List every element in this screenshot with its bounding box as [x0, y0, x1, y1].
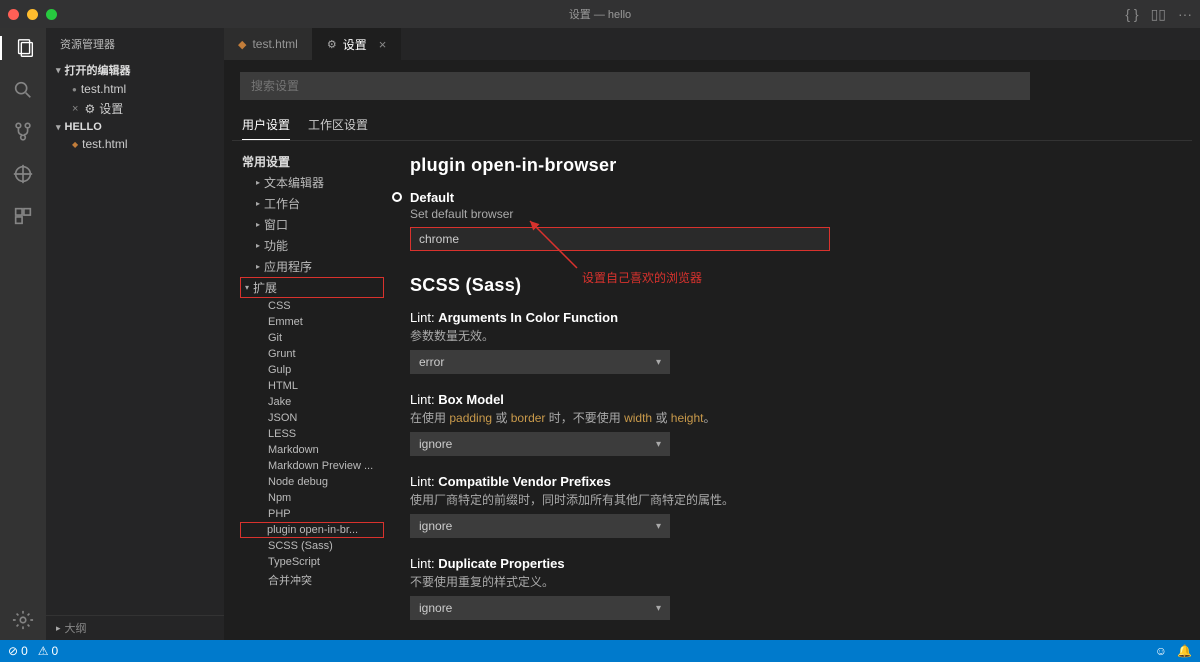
- section-title: plugin open-in-browser: [410, 155, 1162, 176]
- explorer-icon[interactable]: [0, 36, 46, 60]
- settings-tree-item[interactable]: ▸文本编辑器: [240, 172, 384, 193]
- settings-search-input[interactable]: [240, 72, 1030, 100]
- setting-select[interactable]: ignore▾: [410, 596, 670, 620]
- modified-indicator-icon: [392, 192, 402, 202]
- annotation-text: 设置自己喜欢的浏览器: [582, 269, 702, 286]
- settings-tree-item[interactable]: 合并冲突: [240, 570, 384, 590]
- setting-item: Lint: Duplicate Properties不要使用重复的样式定义。ig…: [410, 556, 1162, 620]
- folder-group[interactable]: ▾HELLO: [50, 119, 220, 135]
- settings-tree-item[interactable]: Emmet: [240, 314, 384, 330]
- sidebar: 资源管理器 ▾打开的编辑器 ●test.html ×⚙设置 ▾HELLO ◆te…: [46, 28, 224, 640]
- settings-content: plugin open-in-browser Default Set defau…: [392, 141, 1192, 640]
- settings-tree-item[interactable]: Git: [240, 330, 384, 346]
- settings-tree-item[interactable]: Jake: [240, 394, 384, 410]
- section-title: SCSS (Sass): [410, 275, 1162, 296]
- default-browser-input[interactable]: [410, 227, 830, 251]
- chevron-down-icon: ▾: [656, 521, 661, 532]
- source-control-icon[interactable]: [11, 120, 35, 144]
- titlebar: 设置 — hello { } ▯▯ ···: [0, 0, 1200, 28]
- open-editor-item[interactable]: ×⚙设置: [50, 98, 220, 119]
- setting-select[interactable]: ignore▾: [410, 432, 670, 456]
- settings-tree-item[interactable]: CSS: [240, 298, 384, 314]
- settings-tree-item[interactable]: PHP: [240, 506, 384, 522]
- editor-area: ◆test.html ⚙设置× 用户设置 工作区设置 常用设置▸文本编辑器▸工作…: [224, 28, 1200, 640]
- settings-tree: 常用设置▸文本编辑器▸工作台▸窗口▸功能▸应用程序▾扩展CSSEmmetGitG…: [232, 141, 392, 640]
- settings-tree-item[interactable]: 常用设置: [240, 151, 384, 172]
- settings-tree-item[interactable]: Markdown Preview ...: [240, 458, 384, 474]
- tab-file[interactable]: ◆test.html: [224, 28, 313, 60]
- title-actions: { } ▯▯ ···: [1125, 6, 1192, 23]
- statusbar: ⊘0 ⚠0 ☺ 🔔: [0, 640, 1200, 662]
- maximize-window[interactable]: [46, 9, 57, 20]
- split-layout-icon[interactable]: ▯▯: [1151, 6, 1166, 23]
- setting-select[interactable]: ignore▾: [410, 514, 670, 538]
- settings-tree-item[interactable]: HTML: [240, 378, 384, 394]
- window-controls: [8, 9, 57, 20]
- settings-tree-item[interactable]: ▾扩展: [240, 277, 384, 298]
- setting-item: Lint: Arguments In Color Function参数数量无效。…: [410, 310, 1162, 374]
- search-icon[interactable]: [11, 78, 35, 102]
- settings-tree-item[interactable]: Grunt: [240, 346, 384, 362]
- file-item[interactable]: ◆test.html: [50, 135, 220, 153]
- settings-tree-item[interactable]: TypeScript: [240, 554, 384, 570]
- outline-section[interactable]: ▸大纲: [46, 615, 224, 640]
- settings-tree-item[interactable]: plugin open-in-br...: [240, 522, 384, 538]
- tab-user-settings[interactable]: 用户设置: [242, 110, 290, 140]
- feedback-icon[interactable]: ☺: [1155, 644, 1167, 658]
- settings-tree-item[interactable]: SCSS (Sass): [240, 538, 384, 554]
- close-icon[interactable]: ×: [379, 37, 387, 52]
- settings-tree-item[interactable]: Node debug: [240, 474, 384, 490]
- window-title: 设置 — hello: [569, 6, 631, 22]
- sidebar-header: 资源管理器: [46, 28, 224, 60]
- setting-item: Lint: Box Model在使用 padding 或 border 时，不要…: [410, 392, 1162, 456]
- explorer-tree: ▾打开的编辑器 ●test.html ×⚙设置 ▾HELLO ◆test.htm…: [46, 60, 224, 153]
- settings-tree-item[interactable]: Gulp: [240, 362, 384, 378]
- settings-tree-item[interactable]: ▸窗口: [240, 214, 384, 235]
- more-icon[interactable]: ···: [1178, 6, 1192, 22]
- gear-icon[interactable]: [11, 608, 35, 632]
- open-editor-item[interactable]: ●test.html: [50, 80, 220, 98]
- chevron-down-icon: ▾: [656, 439, 661, 450]
- settings-scope-tabs: 用户设置 工作区设置: [232, 110, 1192, 141]
- extensions-icon[interactable]: [11, 204, 35, 228]
- errors-count[interactable]: ⊘0: [8, 644, 28, 658]
- notifications-icon[interactable]: 🔔: [1177, 644, 1192, 658]
- settings-tree-item[interactable]: ▸应用程序: [240, 256, 384, 277]
- close-window[interactable]: [8, 9, 19, 20]
- settings-tree-item[interactable]: LESS: [240, 426, 384, 442]
- tabs: ◆test.html ⚙设置×: [224, 28, 1200, 60]
- settings-tree-item[interactable]: ▸工作台: [240, 193, 384, 214]
- settings-tree-item[interactable]: ▸功能: [240, 235, 384, 256]
- chevron-down-icon: ▾: [656, 357, 661, 368]
- debug-icon[interactable]: [11, 162, 35, 186]
- chevron-down-icon: ▾: [656, 603, 661, 614]
- tab-workspace-settings[interactable]: 工作区设置: [308, 110, 368, 140]
- tab-settings[interactable]: ⚙设置×: [313, 28, 401, 60]
- settings-tree-item[interactable]: Markdown: [240, 442, 384, 458]
- settings-tree-item[interactable]: JSON: [240, 410, 384, 426]
- setting-item: Lint: Compatible Vendor Prefixes使用厂商特定的前…: [410, 474, 1162, 538]
- braces-icon[interactable]: { }: [1125, 6, 1138, 22]
- setting-select[interactable]: error▾: [410, 350, 670, 374]
- open-editors-group[interactable]: ▾打开的编辑器: [50, 60, 220, 80]
- settings-tree-item[interactable]: Npm: [240, 490, 384, 506]
- activity-bar: [0, 28, 46, 640]
- warnings-count[interactable]: ⚠0: [38, 644, 58, 658]
- annotation-arrow-icon: [522, 213, 582, 273]
- minimize-window[interactable]: [27, 9, 38, 20]
